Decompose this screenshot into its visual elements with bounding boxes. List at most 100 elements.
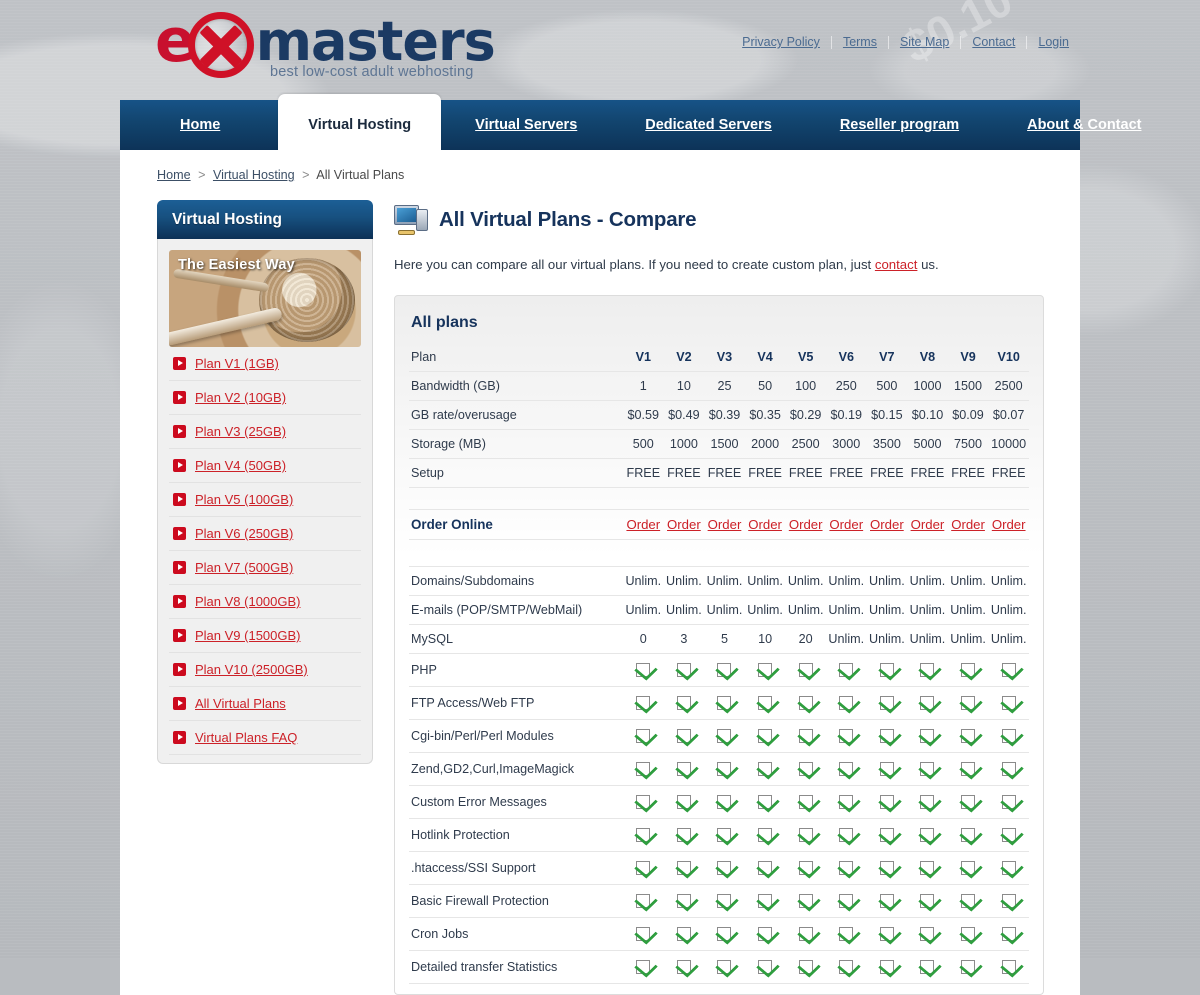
row-label-order-online: Order Online xyxy=(411,517,493,532)
nav-item-dedicated-servers[interactable]: Dedicated Servers xyxy=(611,100,806,150)
cell-check-v4 xyxy=(745,687,786,720)
sidebar-item-label[interactable]: Plan V1 (1GB) xyxy=(195,356,279,371)
sidebar-item-label[interactable]: Plan V6 (250GB) xyxy=(195,526,293,541)
cell-check-v3 xyxy=(704,918,745,951)
cell-value: Unlim. xyxy=(909,632,946,646)
order-cell-v6: Order xyxy=(826,510,867,540)
order-button-v1[interactable]: Order xyxy=(626,517,660,532)
order-button-v6[interactable]: Order xyxy=(829,517,863,532)
top-link-contact[interactable]: Contact xyxy=(961,35,1026,49)
checkmark-icon xyxy=(758,729,773,744)
order-button-v3[interactable]: Order xyxy=(708,517,742,532)
order-button-v7[interactable]: Order xyxy=(870,517,904,532)
cell-value: 500 xyxy=(632,437,654,451)
cell-check-v5 xyxy=(785,720,826,753)
sidebar-item-label[interactable]: Plan V7 (500GB) xyxy=(195,560,293,575)
cell-value: 3000 xyxy=(832,437,861,451)
sidebar-item-plan-v8[interactable]: Plan V8 (1000GB) xyxy=(169,585,361,619)
row-label-setup: Setup xyxy=(411,466,444,480)
arrow-bullet-icon xyxy=(173,493,186,506)
cell-value: Unlim. xyxy=(706,603,743,617)
cell-value: FREE xyxy=(951,466,985,480)
cell-check-v10 xyxy=(988,885,1029,918)
sidebar-item-label[interactable]: Plan V8 (1000GB) xyxy=(195,594,301,609)
nav-item-virtual-servers[interactable]: Virtual Servers xyxy=(441,100,611,150)
order-button-v2[interactable]: Order xyxy=(667,517,701,532)
cell-check-v1 xyxy=(623,885,664,918)
sidebar-item-all-virtual-plans[interactable]: All Virtual Plans xyxy=(169,687,361,721)
nav-item-home[interactable]: Home xyxy=(120,100,278,150)
checkmark-icon xyxy=(717,828,732,843)
site-logo[interactable]: e masters best low-cost adult webhosting xyxy=(155,11,496,88)
order-button-v10[interactable]: Order xyxy=(992,517,1026,532)
cell-check-v4 xyxy=(745,720,786,753)
breadcrumb-home[interactable]: Home xyxy=(157,168,191,182)
checkmark-icon xyxy=(798,960,813,975)
nav-item-virtual-hosting[interactable]: Virtual Hosting xyxy=(278,94,442,150)
checkmark-icon xyxy=(717,729,732,744)
top-link-privacy-policy[interactable]: Privacy Policy xyxy=(731,35,831,49)
logo-tagline: best low-cost adult webhosting xyxy=(270,64,474,80)
top-link-terms[interactable]: Terms xyxy=(832,35,888,49)
cell-value: Unlim. xyxy=(950,603,986,617)
top-link-login[interactable]: Login xyxy=(1027,35,1080,49)
sidebar-item-plan-v10[interactable]: Plan V10 (2500GB) xyxy=(169,653,361,687)
sidebar-item-plan-v5[interactable]: Plan V5 (100GB) xyxy=(169,483,361,517)
sidebar-item-plan-v6[interactable]: Plan V6 (250GB) xyxy=(169,517,361,551)
sidebar-item-plan-v9[interactable]: Plan V9 (1500GB) xyxy=(169,619,361,653)
cell-check-v1 xyxy=(623,918,664,951)
arrow-bullet-icon xyxy=(173,527,186,540)
sidebar-item-plan-v2[interactable]: Plan V2 (10GB) xyxy=(169,381,361,415)
sidebar-item-plan-v4[interactable]: Plan V4 (50GB) xyxy=(169,449,361,483)
cell-value: $0.09 xyxy=(952,408,984,422)
cell-value: Unlim. xyxy=(828,574,865,588)
cell-check-v10 xyxy=(988,918,1029,951)
cell-value: 5000 xyxy=(913,437,942,451)
order-button-v5[interactable]: Order xyxy=(789,517,823,532)
table-row: MySQL 0 3 5 10 20 Unlim. Unlim. Unlim. Unlim. Unli… xyxy=(409,625,1029,654)
cell-value: 7500 xyxy=(954,437,983,451)
order-button-v8[interactable]: Order xyxy=(911,517,945,532)
breadcrumb-virtual-hosting[interactable]: Virtual Hosting xyxy=(213,168,295,182)
sidebar-item-plan-v3[interactable]: Plan V3 (25GB) xyxy=(169,415,361,449)
cell-check-v9 xyxy=(948,687,989,720)
checkmark-icon xyxy=(636,696,651,711)
sidebar-item-label[interactable]: Plan V3 (25GB) xyxy=(195,424,286,439)
cell-check-v8 xyxy=(907,819,948,852)
contact-link[interactable]: contact xyxy=(875,257,918,272)
sidebar-item-label[interactable]: Plan V2 (10GB) xyxy=(195,390,286,405)
checkmark-icon xyxy=(636,960,651,975)
cell-check-v7 xyxy=(867,852,908,885)
table-gap-cell xyxy=(409,540,1029,567)
order-button-v4[interactable]: Order xyxy=(748,517,782,532)
checkmark-icon xyxy=(879,795,894,810)
sidebar-item-plan-v1[interactable]: Plan V1 (1GB) xyxy=(169,347,361,381)
nav-item-reseller-program[interactable]: Reseller program xyxy=(806,100,993,150)
top-link-site-map[interactable]: Site Map xyxy=(889,35,960,49)
row-label-ftp-access-web-ftp: FTP Access/Web FTP xyxy=(411,696,535,710)
row-label-gb-rate-overusage: GB rate/overusage xyxy=(411,408,517,422)
checkmark-icon xyxy=(636,729,651,744)
cell-value: Unlim. xyxy=(666,603,702,617)
cell-check-v4 xyxy=(745,951,786,984)
sidebar-item-label[interactable]: Plan V9 (1500GB) xyxy=(195,628,301,643)
sidebar-item-plan-v7[interactable]: Plan V7 (500GB) xyxy=(169,551,361,585)
intro-text-after: us. xyxy=(917,257,939,272)
checkmark-icon xyxy=(717,762,732,777)
cell-check-v5 xyxy=(785,786,826,819)
sidebar-item-label[interactable]: Plan V5 (100GB) xyxy=(195,492,293,507)
sidebar-item-label[interactable]: Plan V4 (50GB) xyxy=(195,458,286,473)
checkmark-icon xyxy=(676,795,691,810)
cell-check-v6 xyxy=(826,753,867,786)
sidebar-item-label[interactable]: Plan V10 (2500GB) xyxy=(195,662,308,677)
nav-item-about-contact[interactable]: About & Contact xyxy=(993,100,1175,150)
order-button-v9[interactable]: Order xyxy=(951,517,985,532)
sidebar-item-label[interactable]: Virtual Plans FAQ xyxy=(195,730,297,745)
checkmark-icon xyxy=(879,762,894,777)
sidebar-item-virtual-plans-faq[interactable]: Virtual Plans FAQ xyxy=(169,721,361,755)
cell-check-v3 xyxy=(704,720,745,753)
order-cell-v1: Order xyxy=(623,510,664,540)
sidebar-item-label[interactable]: All Virtual Plans xyxy=(195,696,286,711)
breadcrumb-separator: > xyxy=(198,168,206,182)
checkmark-icon xyxy=(920,894,935,909)
